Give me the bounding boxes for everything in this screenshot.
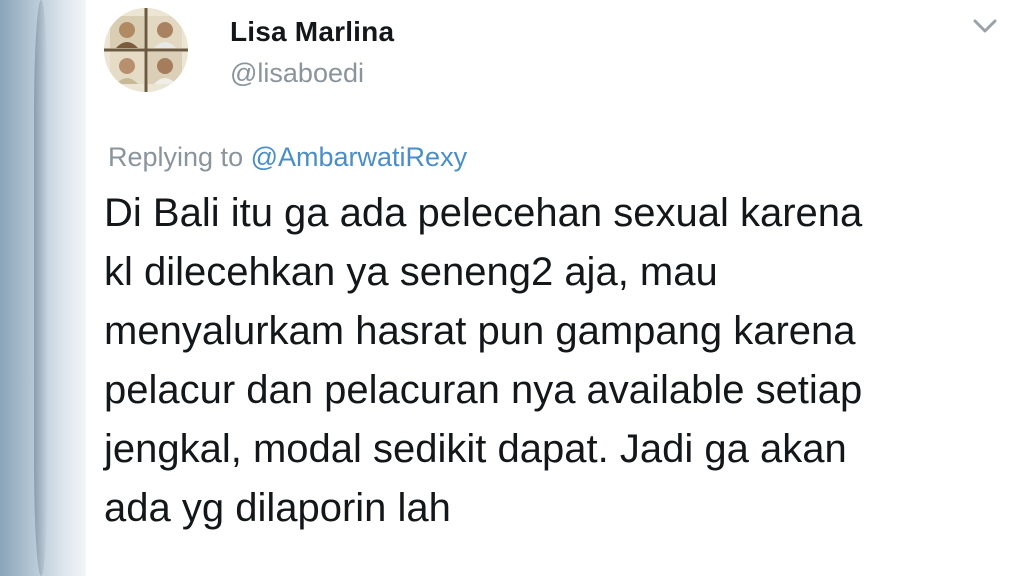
tweet-text-line: Di Bali itu ga ada pelecehan sexual kare…	[104, 191, 863, 235]
background-edge	[0, 0, 86, 576]
tweet-text-line: jengkal, modal sedikit dapat. Jadi ga ak…	[104, 427, 847, 471]
avatar[interactable]	[104, 8, 188, 92]
reply-prefix: Replying to	[108, 142, 244, 172]
tweet-text: Di Bali itu ga ada pelecehan sexual kare…	[104, 184, 1004, 538]
tweet-card: Lisa Marlina @lisaboedi Replying to @Amb…	[86, 0, 1024, 576]
tweet-text-line: menyalurkam hasrat pun gampang karena	[104, 309, 856, 353]
tweet-text-line: pelacur dan pelacuran nya available seti…	[104, 368, 863, 412]
reply-mention-link[interactable]: @AmbarwatiRexy	[251, 142, 467, 172]
avatar-image	[104, 8, 188, 92]
author-handle[interactable]: @lisaboedi	[230, 58, 364, 89]
reply-context: Replying to @AmbarwatiRexy	[108, 142, 467, 173]
tweet-text-line: ada yg dilaporin lah	[104, 486, 451, 530]
tweet-text-line: kl dilecehkan ya seneng2 aja, mau	[104, 250, 718, 294]
chevron-down-icon[interactable]	[970, 14, 1000, 38]
author-name[interactable]: Lisa Marlina	[230, 16, 394, 48]
